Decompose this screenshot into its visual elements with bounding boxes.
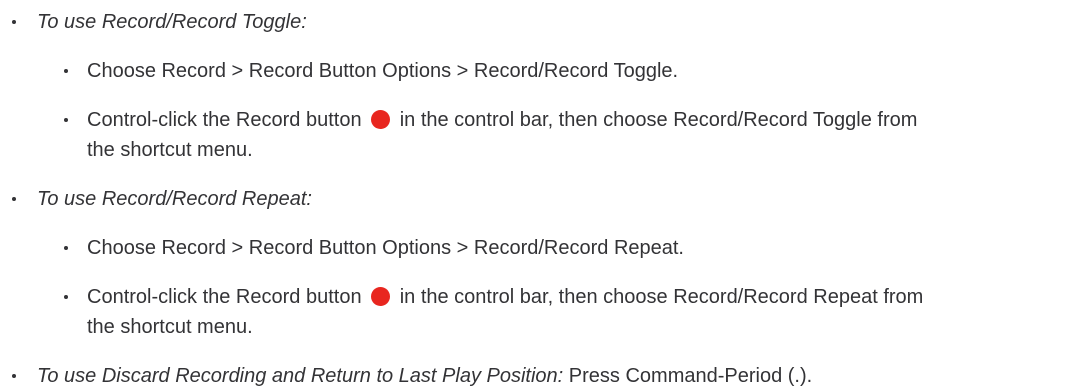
item-rest-text: Press Command-Period (.). [568,365,813,387]
bullet-icon [12,197,16,201]
item-heading: To use Record/Record Toggle: [37,11,307,33]
bullet-icon [64,118,68,122]
sub-list-item: Choose Record > Record Button Options > … [0,56,1068,86]
bullet-icon [64,295,68,299]
bullet-icon [12,20,16,24]
list-item-record-repeat: To use Record/Record Repeat: [0,184,1068,214]
item-heading: To use Discard Recording and Return to L… [37,365,564,387]
step-text: Choose Record > Record Button Options > … [87,237,684,259]
bullet-icon [64,246,68,250]
record-button-icon [371,287,391,306]
step-text-before: Control-click the Record button [87,286,368,308]
sub-list-item: Choose Record > Record Button Options > … [0,233,1068,263]
sub-list-item: Control-click the Record button in the c… [0,282,1068,342]
step-text-before: Control-click the Record button [87,109,368,131]
sub-list-item: Control-click the Record button in the c… [0,105,1068,165]
list-item-discard-recording: To use Discard Recording and Return to L… [0,361,1068,391]
bullet-icon [64,69,68,73]
document-body: To use Record/Record Toggle: Choose Reco… [0,0,1068,392]
list-item-record-toggle: To use Record/Record Toggle: [0,7,1068,37]
item-heading: To use Record/Record Repeat: [37,188,312,210]
record-button-icon [371,110,391,129]
step-text: Choose Record > Record Button Options > … [87,60,679,82]
bullet-icon [12,374,16,378]
